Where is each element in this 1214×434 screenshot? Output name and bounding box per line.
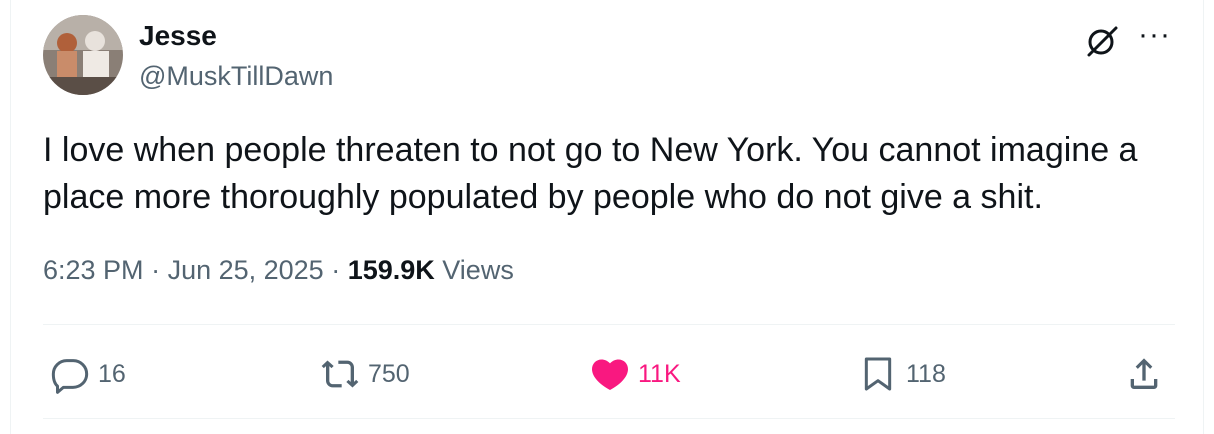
reply-count: 16 xyxy=(98,359,126,388)
more-icon[interactable]: ··· xyxy=(1138,20,1171,50)
divider xyxy=(43,418,1175,419)
tweet-meta: 6:23 PM · Jun 25, 2025 · 159.9K Views xyxy=(43,252,514,288)
tweet-time[interactable]: 6:23 PM xyxy=(43,255,144,285)
meta-separator: · xyxy=(323,255,348,285)
meta-separator: · xyxy=(143,255,168,285)
author-name[interactable]: Jesse xyxy=(139,19,217,53)
repost-button[interactable]: 750 xyxy=(320,352,410,396)
heart-icon xyxy=(592,359,628,390)
avatar[interactable] xyxy=(43,15,123,95)
views-label: Views xyxy=(434,255,514,285)
reply-button[interactable]: 16 xyxy=(50,352,126,396)
like-button[interactable]: 11K xyxy=(590,352,681,396)
repost-count: 750 xyxy=(368,359,410,388)
share-button[interactable] xyxy=(1124,352,1164,396)
tweet-text: I love when people threaten to not go to… xyxy=(43,131,1138,216)
tweet-date[interactable]: Jun 25, 2025 xyxy=(168,255,324,285)
bookmark-button[interactable]: 118 xyxy=(858,352,946,396)
views-count: 159.9K xyxy=(347,255,435,285)
share-icon xyxy=(1130,358,1158,389)
bookmark-count: 118 xyxy=(906,359,946,388)
author-handle[interactable]: @MuskTillDawn xyxy=(139,60,333,92)
reply-icon xyxy=(51,359,89,394)
repost-icon xyxy=(321,360,359,388)
bookmark-icon xyxy=(864,357,892,391)
grok-icon[interactable] xyxy=(1084,23,1120,59)
divider xyxy=(43,324,1175,325)
like-count: 11K xyxy=(638,359,681,388)
